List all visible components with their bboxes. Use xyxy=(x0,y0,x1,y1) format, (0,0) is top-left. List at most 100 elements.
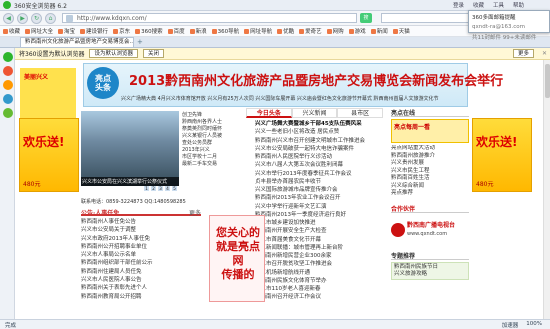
game-icon[interactable] xyxy=(3,108,13,118)
app-icon[interactable] xyxy=(3,94,13,104)
list-item[interactable]: 兴义市八届人大第五次会议胜利闭幕 xyxy=(255,161,389,169)
list-item[interactable]: 黔西南州人民医院举行义诊活动 xyxy=(255,153,389,161)
photo-page[interactable]: 2 xyxy=(151,186,156,191)
list-item[interactable]: 兴义中学举行迎新年文艺汇演 xyxy=(255,203,389,211)
list-item[interactable]: 黔西南百姓生活 xyxy=(391,175,469,183)
list-item[interactable]: 兴义旅游攻略 xyxy=(394,271,466,278)
more-button[interactable]: 更多 xyxy=(512,49,534,58)
list-item[interactable]: 亮点网站重大活动 xyxy=(391,145,469,153)
weibo-icon[interactable] xyxy=(3,66,13,76)
list-item[interactable]: 黔西南州新增民营企业300余家 xyxy=(255,252,389,260)
title-menu-login[interactable]: 登录 xyxy=(453,1,464,9)
list-item[interactable]: 兴义市人事局公示名单 xyxy=(81,251,201,259)
headline-photo[interactable]: 兴义市公安局在兴义滨湖举行公祭仪式 xyxy=(81,111,179,186)
tab-xingyi-news[interactable]: 兴义新闻 xyxy=(291,108,338,118)
set-default-button[interactable]: 设为默认浏览器 xyxy=(89,49,138,58)
side-news-item[interactable]: 黔西南州各界人士 xyxy=(182,119,242,126)
right-promo-ad[interactable]: 欢乐送! 480元 xyxy=(472,118,532,192)
favorite-item[interactable]: 京东 xyxy=(113,27,130,35)
tab-county-news[interactable]: 县市区 xyxy=(337,108,384,118)
back-icon[interactable]: ◀ xyxy=(3,12,14,24)
recommend-banner[interactable]: 黔西南州民族节日 兴义旅游攻略 xyxy=(391,261,469,280)
go-button[interactable]: 搜 xyxy=(360,13,372,23)
close-infobar-button[interactable]: 关闭 xyxy=(142,49,164,58)
mail-icon[interactable] xyxy=(3,80,13,90)
list-item[interactable]: 兴义贵州发展 xyxy=(391,160,469,168)
favorite-item[interactable]: 360搜索 xyxy=(135,27,163,35)
list-item[interactable]: 黔西南州民族文化体育节举办 xyxy=(255,277,389,285)
list-item[interactable]: 黔西南州公开招聘事业单位 xyxy=(81,243,201,251)
favorite-item[interactable]: 网址大全 xyxy=(25,27,53,35)
list-item[interactable]: 黔西南州关于表彰先进个人 xyxy=(81,284,201,292)
side-news-item[interactable]: 2013年兴义 xyxy=(182,147,242,154)
favorite-item[interactable]: 百度 xyxy=(167,27,185,35)
list-item[interactable]: 兴义市民生工程 xyxy=(391,168,469,176)
list-item[interactable]: 黔西南州2013年一季度经济运行良好 xyxy=(255,211,389,219)
close-icon[interactable]: ✕ xyxy=(542,50,547,57)
search-input[interactable] xyxy=(381,13,471,23)
hot-weekly-banner[interactable]: 亮点每周一看 xyxy=(391,119,469,143)
favorite-item[interactable]: 网购 xyxy=(326,27,344,35)
list-item[interactable]: 黔西南州住建局人员任免 xyxy=(81,268,201,276)
list-item[interactable]: 兴义一些老旧小区将改造 居民点赞 xyxy=(255,128,389,136)
title-menu-favorites[interactable]: 收藏 xyxy=(473,1,484,9)
favorite-item[interactable]: 淘宝 xyxy=(58,27,75,35)
title-menu-tools[interactable]: 工具 xyxy=(493,1,504,9)
side-news-item[interactable]: 创卫先锋 xyxy=(182,112,242,119)
list-item[interactable]: 黔西南州人事任免公告 xyxy=(81,218,201,226)
list-item[interactable]: 兴义综合新闻 xyxy=(391,183,469,191)
address-bar[interactable]: http://www.kdqxn.com/ xyxy=(62,13,357,23)
side-news-item[interactable]: 查处公务员群 xyxy=(182,140,242,147)
list-item[interactable]: 兴义市城乡建设加快推进 xyxy=(255,219,389,227)
photo-page[interactable]: 1 xyxy=(144,186,149,191)
vertical-ad[interactable]: 您关心的 就是亮点网 传播的 xyxy=(209,215,265,302)
tab-active[interactable]: 黔西南州文化旅游产品暨房地产交易博览会... xyxy=(20,37,134,47)
360-icon[interactable] xyxy=(3,52,13,62)
list-item[interactable]: 兴义市举行2013年度春季征兵工作会议 xyxy=(255,170,389,178)
list-item[interactable]: 黔西南州2013年农业工作会议召开 xyxy=(255,194,389,202)
side-news-item[interactable]: 兴义某银行人员被 xyxy=(182,133,242,140)
list-item[interactable]: 兴义市公安局破获一起特大电信诈骗案件 xyxy=(255,145,389,153)
favorite-item[interactable]: 游戏 xyxy=(348,27,366,35)
zoom-level[interactable]: 100% xyxy=(526,321,542,329)
list-item[interactable]: 黔西南州民族节日 xyxy=(394,264,466,271)
list-item[interactable]: 兴义市首届美食文化节开幕 xyxy=(255,236,389,244)
favorite-item[interactable]: 建设银行 xyxy=(80,27,108,35)
accelerator-button[interactable]: 加速器 xyxy=(502,321,519,329)
news-headline[interactable]: 兴义广场舞大赛暨城乡干部45支队伍赛风采 xyxy=(255,120,389,128)
list-item[interactable]: 兴义新闻联播：城市管理再上新台阶 xyxy=(255,244,389,252)
side-news-item[interactable]: 最新二手车交易 xyxy=(182,161,242,168)
mail-notification-popup[interactable]: 360多面邮箱提醒 qxndt-ra@163.com 共11封邮件 99+未读邮… xyxy=(468,10,550,41)
list-item[interactable]: 黔西南州教育局公开招聘 xyxy=(81,293,201,301)
more-link[interactable]: 更多 xyxy=(189,208,201,217)
favorite-item[interactable]: 优酷 xyxy=(277,27,294,35)
list-item[interactable]: 兴义市公安局关于调整 xyxy=(81,226,201,234)
photo-page[interactable]: 5 xyxy=(172,186,177,191)
favorite-item[interactable]: 收藏 xyxy=(3,27,20,35)
list-item[interactable]: 兴义市110岁老人喜迎新春 xyxy=(255,285,389,293)
side-news-item[interactable]: 市区学校十二月 xyxy=(182,154,242,161)
list-item[interactable]: 黔西南州旅游推介 xyxy=(391,153,469,161)
left-top-ad[interactable]: 美丽兴义 xyxy=(20,68,76,118)
banner-subnav[interactable]: 兴义广场精大典 4月兴义市体育馆开放 兴义月有25万人次同 兴义国际车展开幕 兴… xyxy=(121,95,439,102)
list-item[interactable]: 黔西南州召开经济工作会议 xyxy=(255,293,389,301)
list-item[interactable]: 兴义机场新增航线开通 xyxy=(255,269,389,277)
favorite-item[interactable]: 天猫 xyxy=(392,27,410,35)
new-tab-icon[interactable]: + xyxy=(137,39,146,47)
favorite-item[interactable]: 360导航 xyxy=(211,27,239,35)
partner-logo[interactable]: 黔西南广播电视台 www.qxndt.com xyxy=(391,215,469,245)
list-item[interactable]: 兴义国际旅游城市品牌宣传推介会 xyxy=(255,186,389,194)
favorite-item[interactable]: 新浪 xyxy=(189,27,207,35)
favorite-item[interactable]: 爱奇艺 xyxy=(299,27,322,35)
list-item[interactable]: 亮点推荐 xyxy=(391,190,469,198)
left-promo-ad[interactable]: 欢乐送! 480元 xyxy=(19,118,79,192)
forward-icon[interactable]: ▶ xyxy=(17,12,28,24)
favorite-item[interactable]: 新闻 xyxy=(370,27,388,35)
photo-page[interactable]: 3 xyxy=(158,186,163,191)
scrollbar-thumb[interactable] xyxy=(545,64,550,98)
tab-today-headline[interactable]: 今日头条 xyxy=(246,108,292,118)
refresh-icon[interactable]: ↻ xyxy=(31,12,42,24)
list-item[interactable]: 兴义市召开脱贫攻坚工作推进会 xyxy=(255,260,389,268)
list-item[interactable]: 黔西南州组织部干部任前公示 xyxy=(81,259,201,267)
list-item[interactable]: 黔西南州兴义市召开创建文明城市工作推进会 xyxy=(255,137,389,145)
